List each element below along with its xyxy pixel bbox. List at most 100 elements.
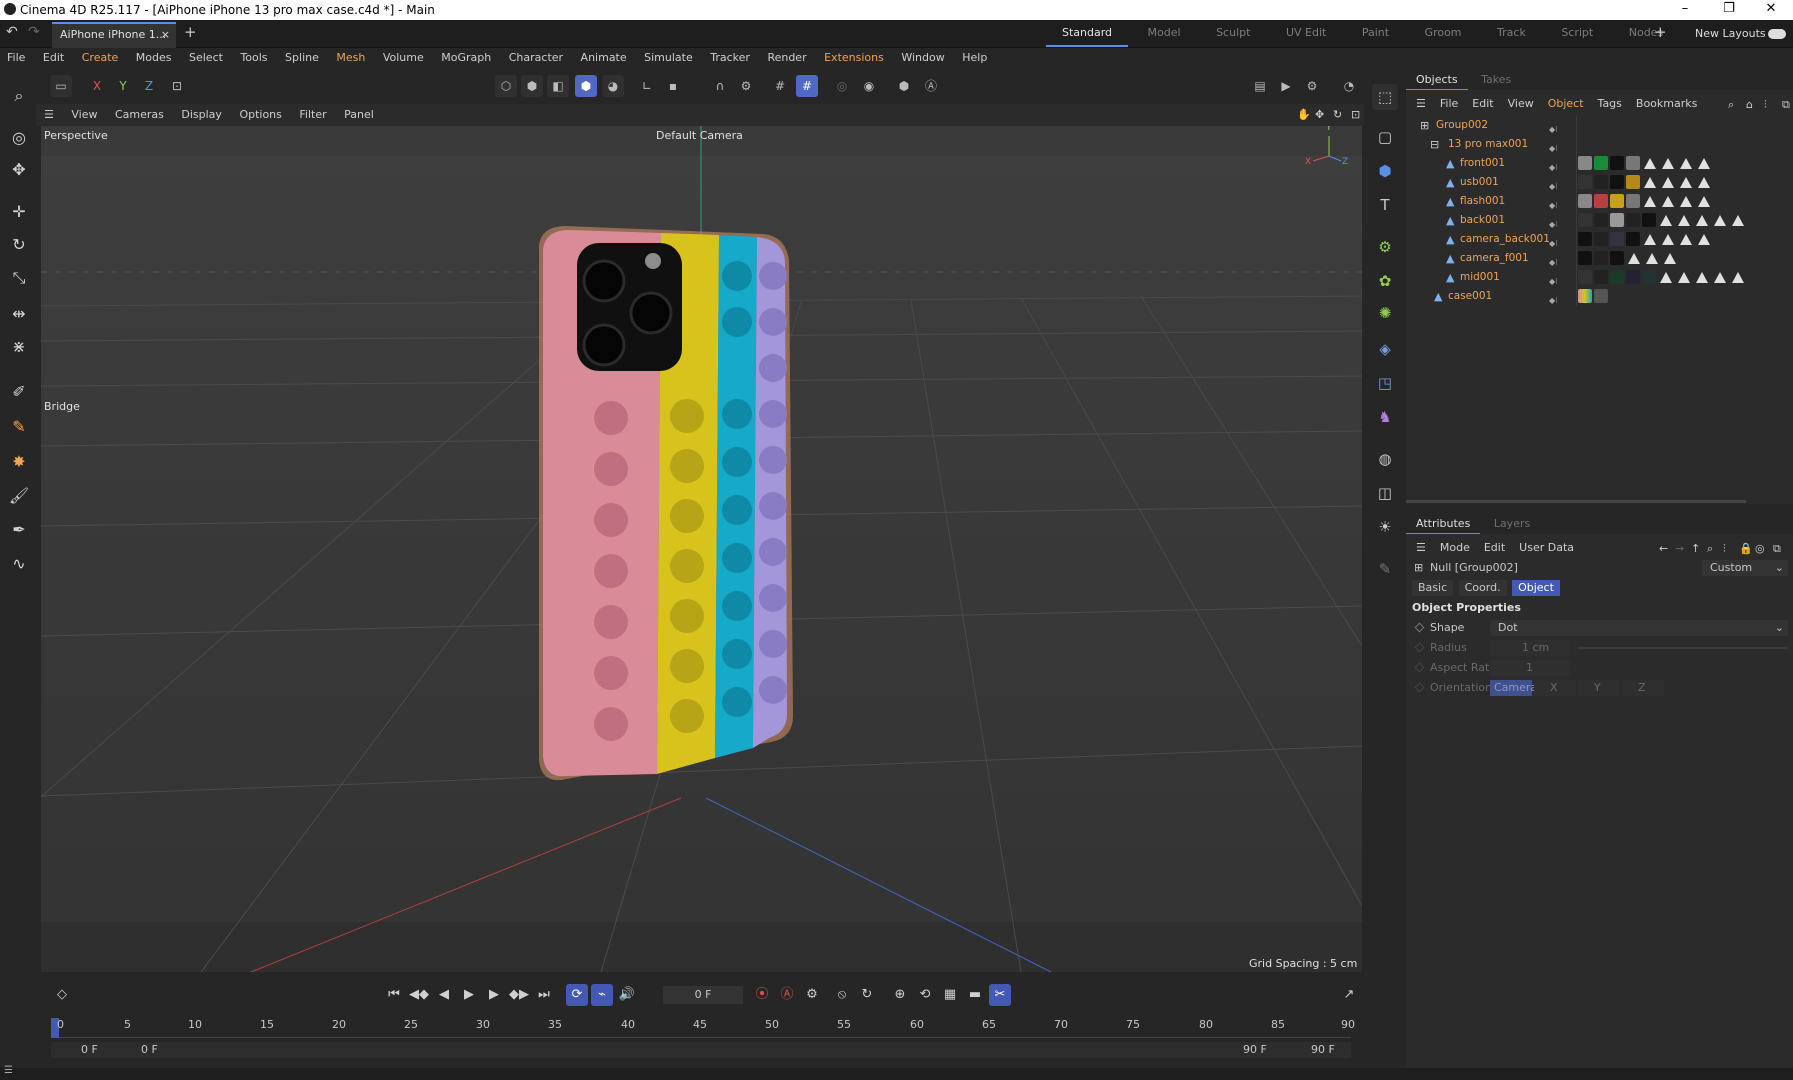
layout-tab-groom[interactable]: Groom xyxy=(1409,20,1478,47)
sculpt-tool-icon[interactable]: ✸ xyxy=(7,450,31,474)
visibility-dots[interactable]: ◆⁝ xyxy=(1549,177,1567,191)
character-icon[interactable]: ♞ xyxy=(1372,404,1398,430)
menu-volume[interactable]: Volume xyxy=(376,48,431,64)
viewport-menu-cameras[interactable]: Cameras xyxy=(108,104,171,121)
menu-file[interactable]: File xyxy=(0,48,32,64)
object-row-13-pro-max001[interactable]: ⊟ 13 pro max001 ◆⁝ xyxy=(1406,135,1793,154)
playback-rate-icon[interactable]: ⌁ xyxy=(591,984,613,1006)
menu-tools[interactable]: Tools xyxy=(233,48,274,64)
attributes-menu-edit[interactable]: Edit xyxy=(1477,537,1512,554)
viewport-menu-filter[interactable]: Filter xyxy=(292,104,333,121)
object-name[interactable]: mid001 xyxy=(1460,268,1500,287)
minimize-button[interactable]: – xyxy=(1663,0,1707,20)
key-settings-icon[interactable]: ⚙ xyxy=(801,984,823,1006)
selection-icon[interactable]: ⬚ xyxy=(1372,84,1398,110)
add-tab-button[interactable]: + xyxy=(184,23,197,41)
range-end-inner[interactable]: 90 F xyxy=(1243,1043,1267,1056)
soft-selection-icon[interactable]: ◎ xyxy=(831,75,853,97)
visibility-dots[interactable]: ◆⁝ xyxy=(1549,158,1567,172)
text-icon[interactable]: T xyxy=(1372,192,1398,218)
tab-takes[interactable]: Takes xyxy=(1471,68,1521,90)
tab-attributes[interactable]: Attributes xyxy=(1406,512,1481,534)
light-icon[interactable]: ☀ xyxy=(1372,514,1398,540)
menu-help[interactable]: Help xyxy=(955,48,994,64)
symmetry-icon[interactable]: ◉ xyxy=(858,75,880,97)
phone-case-model[interactable] xyxy=(539,226,793,781)
layout-tab-uv-edit[interactable]: UV Edit xyxy=(1270,20,1342,47)
menu-extensions[interactable]: Extensions xyxy=(817,48,891,64)
cube-icon[interactable]: ⬢ xyxy=(1372,158,1398,184)
visibility-dots[interactable]: ◆⁝ xyxy=(1549,215,1567,229)
close-tab-icon[interactable]: × xyxy=(161,28,170,41)
record-active-icon[interactable]: ⦿ xyxy=(751,984,773,1006)
menu-character[interactable]: Character xyxy=(502,48,570,64)
prev-key-icon[interactable]: ◀◆ xyxy=(408,984,430,1006)
viewport-menu-view[interactable]: View xyxy=(64,104,104,121)
next-key-icon[interactable]: ◆▶ xyxy=(508,984,530,1006)
quantize-icon[interactable]: # xyxy=(796,75,818,97)
menu-modes[interactable]: Modes xyxy=(129,48,179,64)
volume-icon[interactable]: ◳ xyxy=(1372,370,1398,396)
edit-render-settings-icon[interactable]: ⚙ xyxy=(1301,75,1323,97)
visibility-dots[interactable]: ◆⁝ xyxy=(1549,139,1567,153)
attributes-hamburger-icon[interactable]: ☰ xyxy=(1416,537,1433,554)
key-scale-icon[interactable]: ⊕ xyxy=(889,984,911,1006)
points-mode-icon[interactable]: ⬡ xyxy=(495,75,517,97)
range-start-field[interactable]: 0 F xyxy=(81,1043,98,1056)
render-settings-icon[interactable]: Ⓐ xyxy=(920,75,942,97)
render-queue-icon[interactable]: ◔ xyxy=(1338,75,1360,97)
document-tab[interactable]: AiPhone iPhone 1... × xyxy=(52,22,176,48)
menu-tracker[interactable]: Tracker xyxy=(703,48,757,64)
menu-window[interactable]: Window xyxy=(894,48,951,64)
menu-mesh[interactable]: Mesh xyxy=(329,48,372,64)
edges-mode-icon[interactable]: ⬢ xyxy=(521,75,543,97)
object-row-camera-f001[interactable]: ▲ camera_f001 ◆⁝ xyxy=(1406,249,1793,268)
visibility-dots[interactable]: ◆⁝ xyxy=(1549,120,1567,134)
orientation-z-option[interactable]: Z xyxy=(1622,680,1664,696)
model-mode-icon[interactable]: ⬢ xyxy=(575,75,597,97)
next-frame-icon[interactable]: ▶ xyxy=(483,984,505,1006)
orientation-camera-option[interactable]: Camera xyxy=(1490,680,1537,696)
object-name[interactable]: front001 xyxy=(1460,154,1505,173)
viewport-menu-options[interactable]: Options xyxy=(232,104,288,121)
key-pla-icon[interactable]: ▦ xyxy=(939,984,961,1006)
orientation-x-option[interactable]: X xyxy=(1534,680,1576,696)
layout-tab-standard[interactable]: Standard xyxy=(1046,20,1129,47)
keyframe-diamond-icon[interactable]: ◇ xyxy=(51,984,73,1006)
rotate-tool-icon[interactable]: ↻ xyxy=(7,233,31,257)
motion-system-icon[interactable]: ▬ xyxy=(964,984,986,1006)
generator-icon[interactable]: ⚙ xyxy=(1372,234,1398,260)
object-name[interactable]: 13 pro max001 xyxy=(1448,135,1528,154)
visibility-dots[interactable]: ◆⁝ xyxy=(1549,291,1567,305)
menu-select[interactable]: Select xyxy=(182,48,230,64)
range-bar[interactable] xyxy=(51,1042,1351,1058)
objects-horizontal-scrollbar[interactable] xyxy=(1406,500,1746,503)
spline-pen-icon[interactable]: ✎ xyxy=(7,415,31,439)
subtab-coord[interactable]: Coord. xyxy=(1458,580,1507,596)
shape-dropdown[interactable]: Dot ⌄ xyxy=(1490,620,1788,636)
object-row-usb001[interactable]: ▲ usb001 ◆⁝ xyxy=(1406,173,1793,192)
maximize-button[interactable]: ❐ xyxy=(1707,0,1751,20)
new-layouts-label[interactable]: New Layouts xyxy=(1695,27,1766,40)
3d-viewport[interactable]: Perspective Default Camera Bridge Y X Z … xyxy=(41,126,1362,972)
current-frame-field[interactable]: 0 F xyxy=(663,986,743,1004)
objects-menu-bookmarks[interactable]: Bookmarks xyxy=(1629,93,1704,110)
menu-create[interactable]: Create xyxy=(75,48,126,64)
key-param-icon[interactable]: ⟲ xyxy=(914,984,936,1006)
object-row-flash001[interactable]: ▲ flash001 ◆⁝ xyxy=(1406,192,1793,211)
fcurve-icon[interactable]: ↗ xyxy=(1338,984,1360,1006)
field-icon[interactable]: ◈ xyxy=(1372,336,1398,362)
autokey-icon[interactable]: Ⓐ xyxy=(776,984,798,1006)
key-position-icon[interactable]: ⦸ xyxy=(831,984,853,1006)
attr-newwindow-icon[interactable]: ⧉ xyxy=(1766,538,1788,556)
grid-snap-icon[interactable]: # xyxy=(769,75,791,97)
deformer-icon[interactable]: ✺ xyxy=(1372,300,1398,326)
lock-z-button[interactable]: Z xyxy=(138,75,160,97)
attr-filter-icon[interactable]: ⫶ xyxy=(1716,538,1733,556)
lock-x-button[interactable]: X xyxy=(86,75,108,97)
attributes-menu-user-data[interactable]: User Data xyxy=(1512,537,1581,554)
layout-tab-model[interactable]: Model xyxy=(1132,20,1197,47)
prev-frame-icon[interactable]: ◀ xyxy=(433,984,455,1006)
layout-tab-script[interactable]: Script xyxy=(1545,20,1609,47)
menu-mograph[interactable]: MoGraph xyxy=(434,48,498,64)
